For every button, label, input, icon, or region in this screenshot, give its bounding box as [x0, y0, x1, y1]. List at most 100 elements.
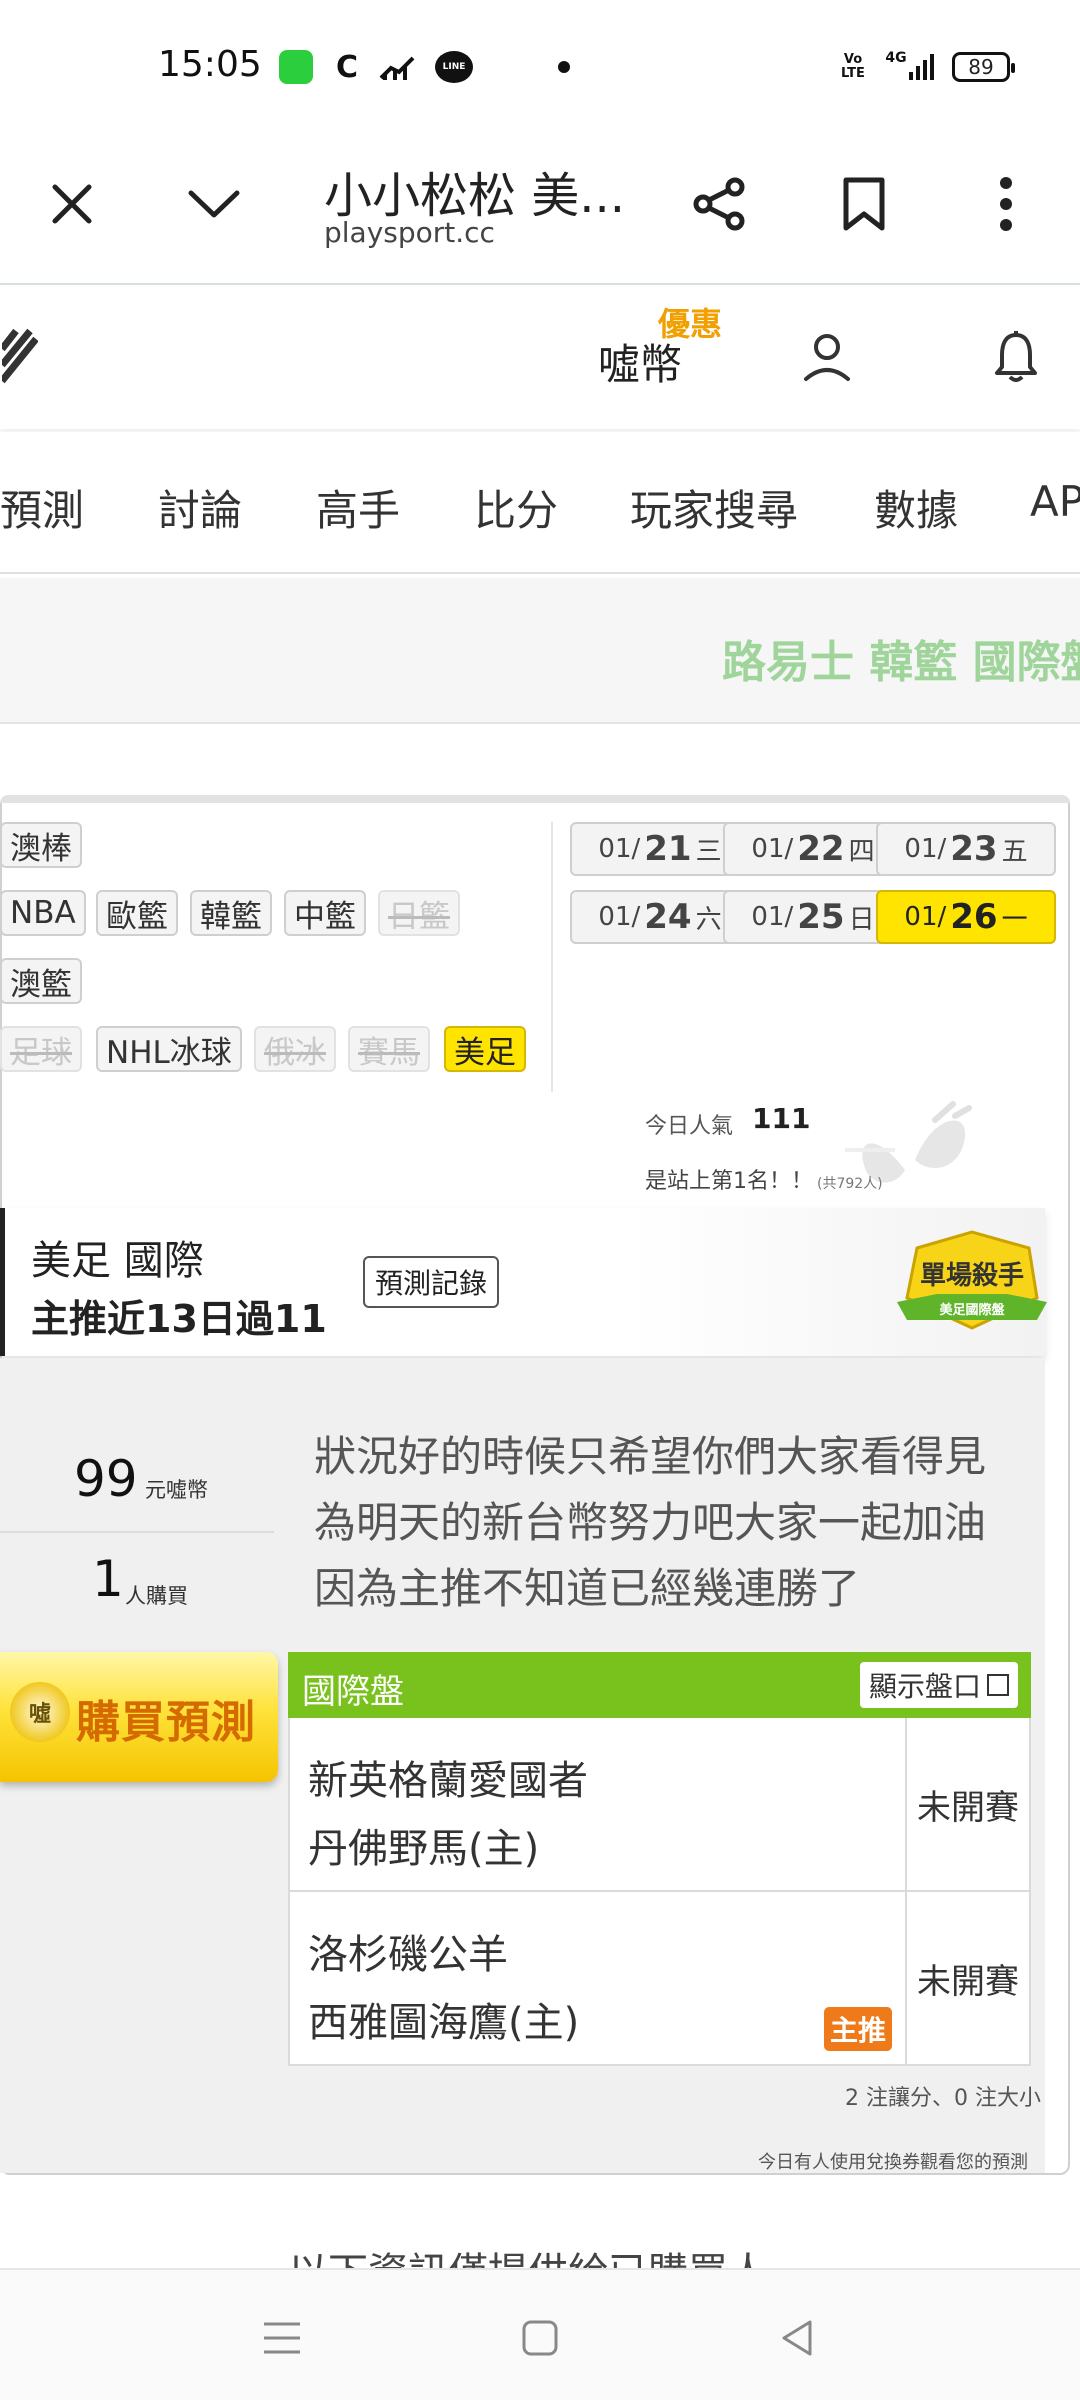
system-nav-bar [0, 2268, 1080, 2400]
nav-item-experts[interactable]: 高手 [316, 477, 400, 538]
home-team: 西雅圖海鷹(主) [308, 2000, 580, 2046]
card-top-strip [0, 795, 1070, 803]
date-day: 21 [644, 829, 692, 869]
marquee-banner[interactable]: 路易士 韓籃 國際盤 [0, 578, 1080, 724]
date-day: 24 [644, 897, 692, 937]
nav-item-app[interactable]: AP [1030, 477, 1080, 526]
game-row[interactable]: 新英格蘭愛國者 丹佛野馬(主) 未開賽 [288, 1718, 1031, 1892]
date-weekday: 四 [848, 836, 875, 867]
menu-icon[interactable] [254, 2310, 310, 2366]
odds-title: 國際盤 [302, 1672, 404, 1712]
line-icon: LINE [434, 48, 474, 86]
network-type: 4G [885, 50, 907, 66]
c-icon: C [335, 49, 359, 85]
nav-item-discuss[interactable]: 討論 [158, 477, 242, 538]
date-day: 25 [797, 897, 845, 937]
sport-filter-chip[interactable]: 韓籃 [190, 890, 272, 936]
site-header: 噓幣 優惠 [0, 287, 1080, 429]
page-url[interactable]: playsport.cc [324, 216, 495, 249]
price-unit: 元噓幣 [145, 1478, 208, 1502]
marquee-text: 路易士 韓籃 國際盤 [722, 637, 1080, 688]
show-odds-label: 顯示盤口 [868, 1670, 981, 1703]
price-value: 99 [74, 1450, 138, 1508]
date-chip-active[interactable]: 01/26 一 [876, 890, 1056, 944]
away-team: 新英格蘭愛國者 [308, 1758, 588, 1804]
sport-filter-chip[interactable]: 澳棒 [0, 822, 82, 868]
share-icon[interactable] [688, 172, 752, 236]
main-pick-badge: 主推 [824, 2007, 892, 2051]
rank-main: 是站上第1名！！ [645, 1169, 813, 1194]
date-day: 26 [950, 897, 998, 937]
volte-icon: Vo LTE [841, 52, 865, 81]
date-weekday: 三 [695, 836, 722, 867]
back-icon[interactable] [770, 2310, 826, 2366]
popularity-count: 111 [752, 1102, 811, 1135]
badge-sub: 美足國際盤 [939, 1302, 1005, 1318]
user-icon[interactable] [800, 329, 854, 385]
close-icon[interactable] [42, 174, 102, 234]
date-weekday: 六 [695, 904, 722, 935]
game-status: 未開賽 [905, 1892, 1029, 2064]
badge-title: 單場殺手 [920, 1261, 1024, 1291]
more-icon[interactable] [986, 170, 1026, 238]
banner-record: 主推近13日過11 [31, 1297, 327, 1341]
buy-prediction-button[interactable]: 噓 購買預測 [0, 1652, 278, 1782]
killer-badge-icon: 單場殺手 美足國際盤 [897, 1228, 1047, 1338]
home-icon[interactable] [512, 2310, 568, 2366]
battery-icon: 89 [952, 52, 1015, 82]
popularity-label: 今日人氣 [645, 1114, 734, 1139]
sport-filter-chip: 日籃 [378, 890, 460, 936]
logo-icon[interactable] [0, 323, 40, 387]
filter-divider [551, 822, 553, 1092]
banner-league: 美足 國際 [31, 1238, 204, 1284]
rank-text: 是站上第1名！！ (共792人) [645, 1163, 883, 1195]
nav-item-player-search[interactable]: 玩家搜尋 [630, 477, 798, 538]
sport-filter-chip[interactable]: 歐籃 [96, 890, 178, 936]
coin-icon: 噓 [10, 1682, 70, 1742]
expert-banner: 美足 國際 主推近13日過11 預測記錄 單場殺手 美足國際盤 [0, 1208, 1047, 1356]
bell-icon[interactable] [990, 327, 1042, 387]
game-status: 未開賽 [905, 1718, 1029, 1890]
prediction-record-button[interactable]: 預測記錄 [363, 1256, 500, 1308]
date-weekday: 日 [848, 904, 875, 935]
nav-item-predict[interactable]: 預測 [0, 477, 84, 538]
date-month: 01/ [904, 902, 947, 932]
nav-item-scores[interactable]: 比分 [474, 477, 558, 538]
date-day: 23 [950, 829, 998, 869]
sport-filter-chip[interactable]: NBA [0, 890, 86, 936]
rank-sub: (共792人) [817, 1176, 883, 1192]
status-bar: 15:05 C LINE Vo LTE 4G 89 [0, 0, 1080, 130]
sport-filter-chip-active[interactable]: 美足 [444, 1026, 526, 1072]
bet-summary: 2 注讓分、0 注大小 [845, 2086, 1041, 2111]
buyers-unit: 人購買 [125, 1584, 188, 1608]
home-team: 丹佛野馬(主) [308, 1826, 540, 1872]
status-time: 15:05 [158, 44, 262, 85]
sport-filter-chip: 賽馬 [348, 1026, 430, 1072]
expert-comment: 狀況好的時候只希望你們大家看得見為明天的新台幣努力吧大家一起加油因為主推不知道已… [314, 1432, 987, 1613]
sport-filter-chip[interactable]: 中籃 [284, 890, 366, 936]
dot-icon [556, 48, 572, 86]
show-odds-button[interactable]: 顯示盤口 [860, 1662, 1018, 1708]
voucher-note: 今日有人使用兌換券觀看您的預測 [758, 2152, 1028, 2173]
away-team: 洛杉磯公羊 [308, 1932, 508, 1978]
date-chip[interactable]: 01/23 五 [876, 822, 1056, 876]
sport-filter-chip: 足球 [0, 1026, 82, 1072]
date-weekday: 一 [1001, 904, 1028, 935]
bookmark-icon[interactable] [836, 172, 892, 236]
date-day: 22 [797, 829, 845, 869]
date-month: 01/ [598, 834, 641, 864]
main-nav: 預測 討論 高手 比分 玩家搜尋 數據 AP [0, 432, 1080, 574]
chevron-down-icon[interactable] [182, 174, 246, 234]
date-month: 01/ [598, 902, 641, 932]
price-divider [0, 1531, 274, 1533]
4g-signal-icon: 4G [884, 48, 938, 86]
promo-label[interactable]: 優惠 [658, 299, 722, 345]
checkbox-icon [987, 1674, 1009, 1696]
sport-filter-chip[interactable]: NHL冰球 [96, 1026, 242, 1072]
sport-filter-chip[interactable]: 澳籃 [0, 958, 82, 1004]
game-row[interactable]: 洛杉磯公羊 西雅圖海鷹(主) 主推 未開賽 [288, 1892, 1031, 2066]
nav-item-data[interactable]: 數據 [874, 477, 958, 538]
date-weekday: 五 [1001, 836, 1028, 867]
browser-toolbar: 小小松松 美... playsport.cc [0, 130, 1080, 285]
odds-table-header: 國際盤 顯示盤口 [288, 1652, 1031, 1718]
